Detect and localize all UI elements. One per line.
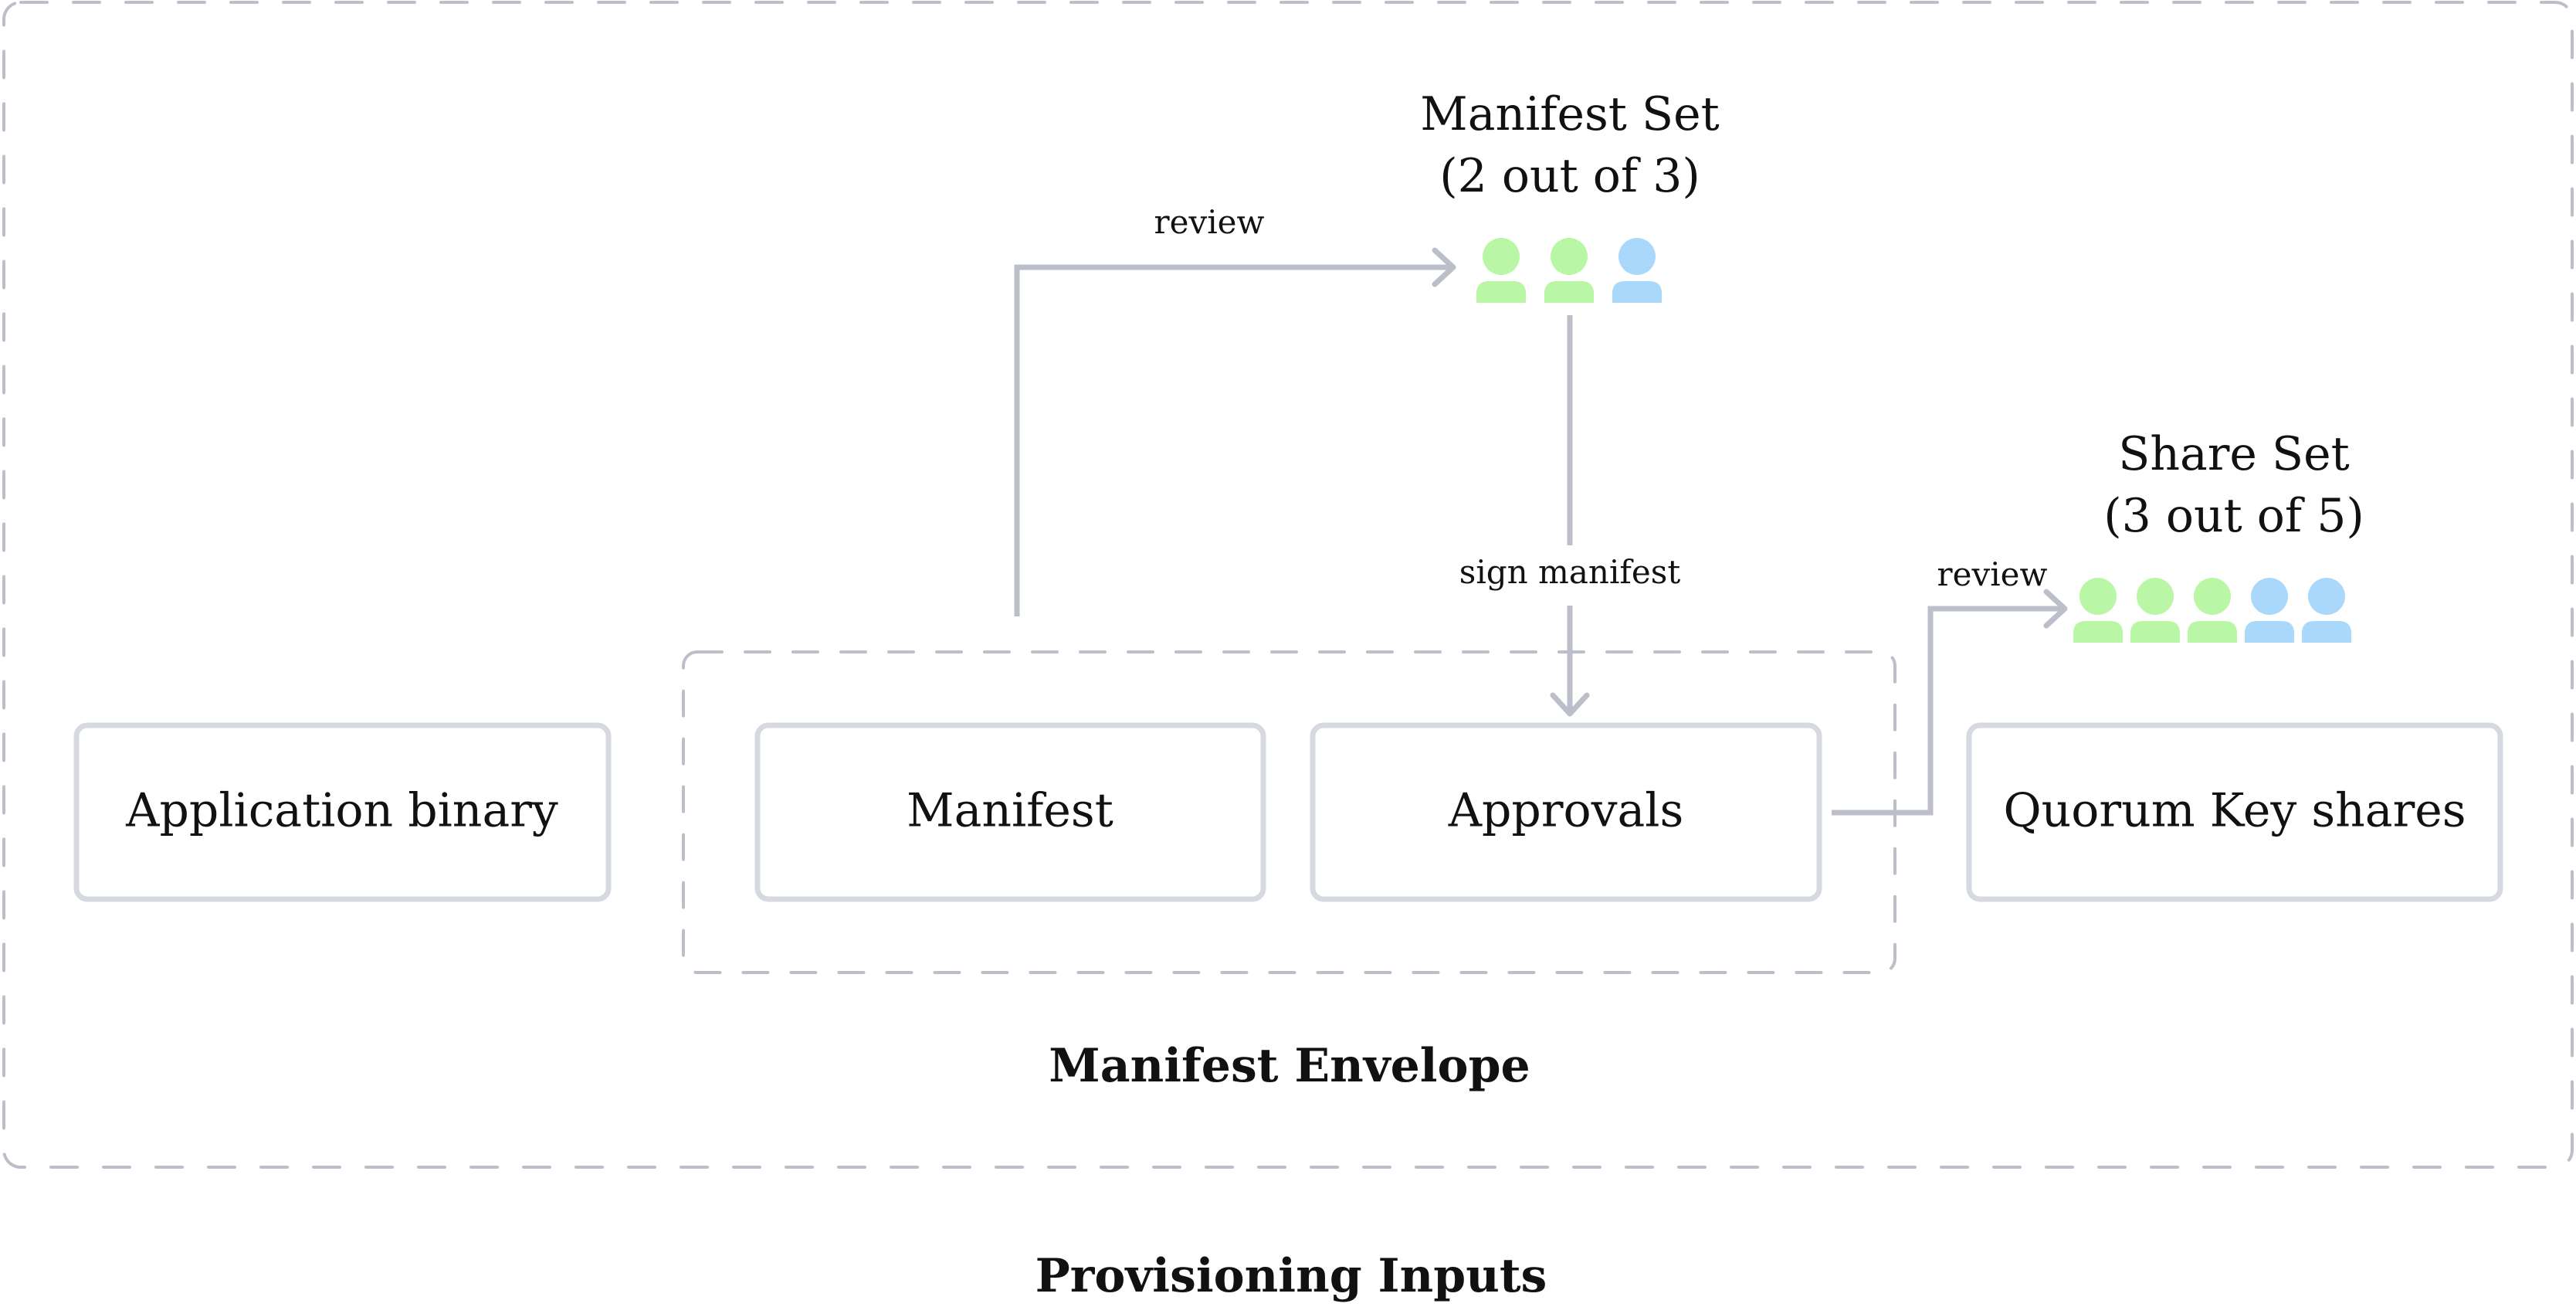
person-body — [2130, 621, 2180, 643]
share-set-threshold: (3 out of 5) — [2103, 489, 2364, 543]
edge-manifest-review: review — [1014, 203, 1456, 616]
person-head — [2079, 578, 2117, 615]
edge-line — [1014, 264, 1452, 616]
share-set-title: Share Set — [2118, 427, 2350, 481]
person-body — [2073, 621, 2123, 643]
person-body — [2302, 621, 2351, 643]
box-approvals[interactable]: Approvals — [1310, 722, 1822, 902]
share-set: Share Set (3 out of 5) — [2073, 427, 2364, 643]
box-manifest[interactable]: Manifest — [754, 722, 1266, 902]
manifest-set-title: Manifest Set — [1420, 87, 1719, 141]
edge-label: sign manifest — [1459, 553, 1681, 591]
person-icon-pending — [1612, 238, 1662, 303]
manifest-set-threshold: (2 out of 3) — [1439, 149, 1700, 203]
person-icon-approved — [1544, 238, 1594, 303]
person-body — [2188, 621, 2237, 643]
edge-label: review — [1937, 555, 2048, 593]
person-head — [1483, 238, 1520, 275]
edge-sign-manifest: sign manifest — [1459, 315, 1681, 717]
person-body — [1544, 281, 1594, 303]
person-icon-approved — [2188, 578, 2237, 643]
person-icon-pending — [2245, 578, 2294, 643]
box-label: Approvals — [1448, 784, 1684, 838]
manifest-set: Manifest Set (2 out of 3) — [1420, 87, 1720, 303]
person-head — [1618, 238, 1656, 275]
person-icon-pending — [2302, 578, 2351, 643]
box-label: Manifest — [907, 784, 1113, 838]
box-label: Application binary — [125, 784, 558, 838]
box-quorum-key-shares[interactable]: Quorum Key shares — [1966, 722, 2503, 902]
person-icon-approved — [2130, 578, 2180, 643]
person-head — [2137, 578, 2174, 615]
provisioning-diagram: Application binary Manifest Approvals Qu… — [2, 1, 2574, 1303]
person-icon-approved — [2073, 578, 2123, 643]
person-head — [2251, 578, 2288, 615]
box-application-binary[interactable]: Application binary — [73, 722, 612, 902]
person-body — [2245, 621, 2294, 643]
provisioning-inputs-label: Provisioning Inputs — [1035, 1249, 1547, 1303]
person-icon-approved — [1476, 238, 1526, 303]
manifest-envelope-label: Manifest Envelope — [1049, 1039, 1530, 1093]
share-set-members — [2073, 578, 2351, 643]
person-body — [1612, 281, 1662, 303]
person-head — [2194, 578, 2231, 615]
provisioning-inputs-container — [2, 1, 2574, 1169]
person-head — [1551, 238, 1588, 275]
edge-label: review — [1154, 203, 1265, 241]
box-label: Quorum Key shares — [2003, 784, 2466, 838]
person-head — [2308, 578, 2345, 615]
person-body — [1476, 281, 1526, 303]
manifest-set-members — [1476, 238, 1662, 303]
